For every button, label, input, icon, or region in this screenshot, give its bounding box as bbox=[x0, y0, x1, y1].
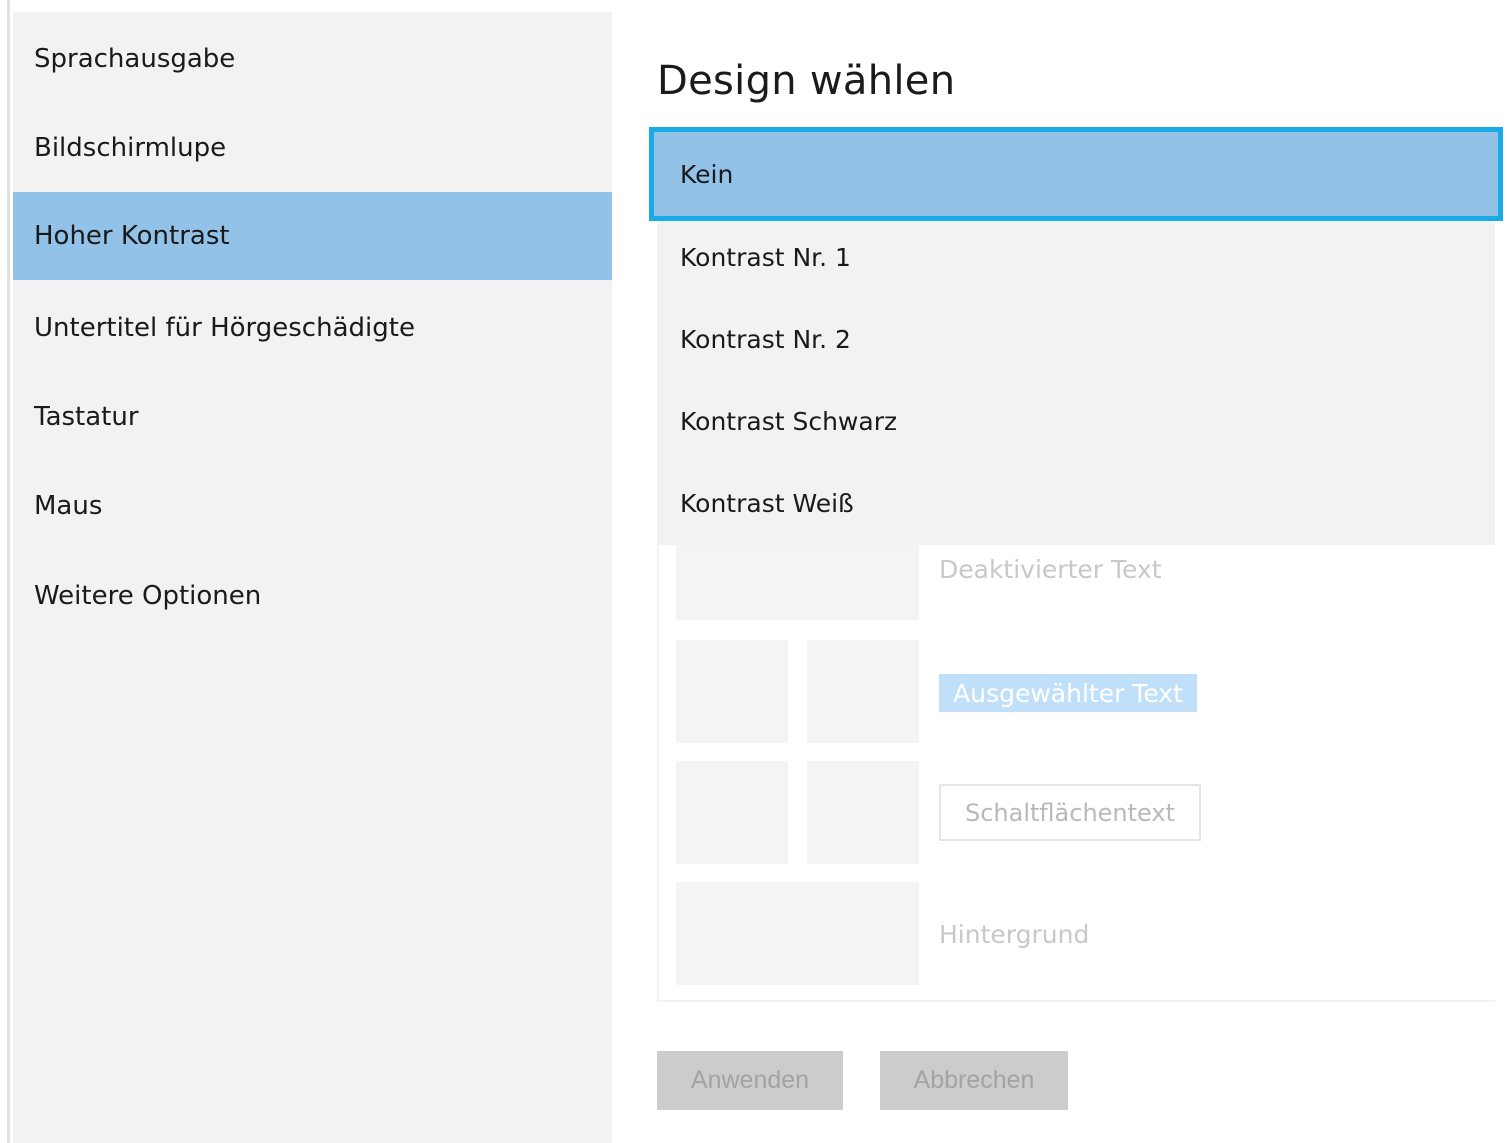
sidebar-item-maus[interactable]: Maus bbox=[13, 462, 612, 550]
theme-list: Kein Kontrast Nr. 1 Kontrast Nr. 2 Kontr… bbox=[649, 127, 1503, 545]
preview-background-text: Hintergrund bbox=[939, 920, 1090, 949]
color-swatch-selected-fg bbox=[676, 640, 788, 743]
sidebar-item-tastatur[interactable]: Tastatur bbox=[13, 373, 612, 461]
theme-option-label: Kontrast Nr. 2 bbox=[680, 324, 851, 354]
sidebar-item-label: Sprachausgabe bbox=[34, 44, 236, 74]
theme-option-kein[interactable]: Kein bbox=[649, 127, 1503, 221]
sidebar-item-hoher-kontrast[interactable]: Hoher Kontrast bbox=[13, 192, 612, 280]
page-title: Design wählen bbox=[657, 58, 956, 104]
theme-option-kontrast-1[interactable]: Kontrast Nr. 1 bbox=[657, 216, 1495, 298]
sidebar-item-label: Bildschirmlupe bbox=[34, 133, 227, 163]
color-swatch-selected-bg bbox=[807, 640, 919, 743]
color-swatch-button-fg bbox=[676, 761, 788, 864]
sidebar-item-label: Maus bbox=[34, 491, 103, 521]
sidebar-item-bildschirmlupe[interactable]: Bildschirmlupe bbox=[13, 104, 612, 192]
theme-option-label: Kein bbox=[680, 159, 734, 189]
sidebar-item-label: Weitere Optionen bbox=[34, 581, 262, 611]
theme-option-label: Kontrast Nr. 1 bbox=[680, 242, 851, 272]
preview-selected-text: Ausgewählter Text bbox=[939, 674, 1197, 712]
cancel-button[interactable]: Abbrechen bbox=[880, 1051, 1068, 1110]
sidebar-item-label: Tastatur bbox=[34, 402, 139, 432]
sidebar-item-sprachausgabe[interactable]: Sprachausgabe bbox=[13, 15, 612, 103]
theme-option-label: Kontrast Schwarz bbox=[680, 406, 898, 436]
theme-option-label: Kontrast Weiß bbox=[680, 488, 854, 518]
color-swatch-disabled bbox=[676, 545, 919, 620]
theme-option-kontrast-schwarz[interactable]: Kontrast Schwarz bbox=[657, 380, 1495, 462]
theme-option-kontrast-2[interactable]: Kontrast Nr. 2 bbox=[657, 298, 1495, 380]
preview-disabled-text: Deaktivierter Text bbox=[939, 555, 1162, 584]
window-edge bbox=[0, 0, 7, 1143]
sidebar-item-label: Untertitel für Hörgeschädigte bbox=[34, 313, 415, 343]
sidebar-item-weitere-optionen[interactable]: Weitere Optionen bbox=[13, 552, 612, 640]
sidebar: Sprachausgabe Bildschirmlupe Hoher Kontr… bbox=[13, 12, 612, 1143]
theme-option-kontrast-weiss[interactable]: Kontrast Weiß bbox=[657, 462, 1495, 544]
sidebar-item-label: Hoher Kontrast bbox=[34, 221, 230, 251]
color-swatch-background bbox=[676, 882, 919, 985]
settings-page: Sprachausgabe Bildschirmlupe Hoher Kontr… bbox=[0, 0, 1507, 1143]
color-swatch-button-bg bbox=[807, 761, 919, 864]
window-border bbox=[7, 0, 10, 1143]
preview-button-text: Schaltflächentext bbox=[939, 784, 1201, 841]
sidebar-item-untertitel[interactable]: Untertitel für Hörgeschädigte bbox=[13, 284, 612, 372]
apply-button[interactable]: Anwenden bbox=[657, 1051, 843, 1110]
theme-preview: Deaktivierter Text Ausgewählter Text Sch… bbox=[657, 545, 1495, 1002]
